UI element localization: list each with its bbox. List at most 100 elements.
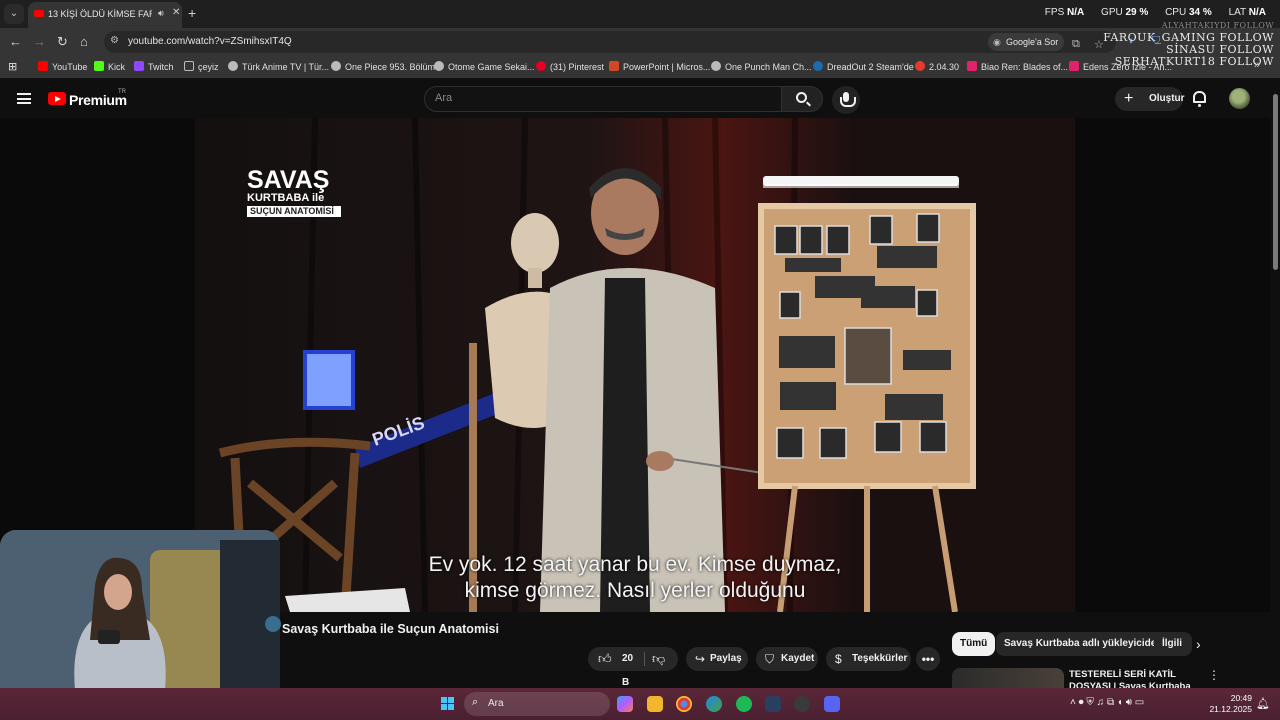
recommendation-thumbnail[interactable] — [952, 668, 1064, 688]
search-box[interactable] — [424, 86, 782, 112]
address-bar[interactable]: ⚙ youtube.com/watch?v=ZSmihsxIT4Q Google… — [104, 31, 1116, 53]
browser-toolbar: ← → ↻ ⌂ ⚙ youtube.com/watch?v=ZSmihsxIT4… — [0, 28, 1280, 56]
notification-bell-icon[interactable]: 🔔︎ — [1256, 697, 1270, 710]
thumbs-up-icon: 👍︎ — [598, 651, 612, 666]
spotify-icon[interactable] — [736, 696, 752, 712]
bookmark-pinterest[interactable]: (31) Pinterest — [536, 61, 604, 72]
folder-icon — [184, 61, 194, 71]
bookmark-kick[interactable]: Kick — [94, 61, 125, 72]
create-button[interactable]: + Oluştur — [1115, 87, 1185, 111]
like-dislike-group: 👍︎ 20 B 👎︎ — [588, 647, 678, 688]
more-actions-button[interactable]: ••• — [916, 647, 940, 671]
site-icon — [228, 61, 238, 71]
show-logo: SAVAŞ KURTBABA ile SUÇUN ANATOMİSİ — [247, 168, 341, 217]
voice-search-icon[interactable] — [832, 86, 860, 114]
bookmark-label: Kick — [108, 62, 126, 72]
recommendation-title[interactable]: TESTERELİ SERİ KATİL DOSYASI | Savaş Kur… — [1069, 669, 1199, 688]
forward-icon[interactable]: → — [33, 34, 46, 49]
save-button[interactable]: ⛉ Kaydet — [756, 647, 818, 671]
new-tab-button[interactable]: + — [188, 5, 196, 21]
bookmark-label: (31) Pinterest — [550, 62, 605, 72]
search-input[interactable] — [435, 92, 765, 104]
youtube-favicon-icon — [34, 10, 44, 17]
gpu-value: 29 % — [1125, 7, 1149, 18]
account-avatar[interactable] — [1229, 88, 1250, 109]
obs-icon[interactable] — [794, 696, 810, 712]
close-tab-icon[interactable]: ✕ — [172, 7, 180, 18]
cpu-value: 34 % — [1188, 7, 1212, 18]
performance-overlay: FPS N/A GPU 29 % CPU 34 % LAT N/A — [1045, 7, 1266, 18]
lat-value: N/A — [1248, 7, 1266, 18]
search-button[interactable] — [781, 86, 823, 112]
chevron-right-icon[interactable]: › — [1196, 636, 1201, 652]
reload-icon[interactable]: ↻ — [57, 34, 68, 50]
chip-from-uploader[interactable]: Savaş Kurtbaba adlı yükleyiciden — [996, 632, 1171, 656]
channel-avatar[interactable] — [265, 616, 281, 632]
bookmark-icon: ⛉ — [765, 652, 775, 666]
back-icon[interactable]: ← — [9, 34, 22, 49]
create-label: Oluştur — [1149, 93, 1185, 104]
bookmark-powerpoint[interactable]: PowerPoint | Micros... — [609, 61, 710, 72]
plus-icon: + — [1124, 90, 1134, 107]
page-scrollbar[interactable] — [1271, 84, 1280, 688]
thanks-button[interactable]: $ Teşekkürler — [826, 647, 911, 671]
bookmark-otome[interactable]: Otome Game Sekai... — [434, 61, 535, 72]
tab-title: 13 KİŞİ ÖLDÜ KİMSE FARK ET — [48, 9, 152, 19]
share-button[interactable]: ↪ Paylaş — [686, 647, 748, 671]
bookmark-turk-anime[interactable]: Türk Anime TV | Tür... — [228, 61, 329, 72]
url-text[interactable]: youtube.com/watch?v=ZSmihsxIT4Q — [128, 36, 292, 47]
lat-label: LAT — [1228, 7, 1246, 18]
fps-label: FPS — [1044, 7, 1065, 18]
bookmark-youtube[interactable]: YouTube — [38, 61, 87, 72]
steam-icon[interactable] — [765, 696, 781, 712]
kebab-menu-icon[interactable]: ⋮ — [1208, 668, 1220, 682]
browser-tab[interactable]: 13 KİŞİ ÖLDÜ KİMSE FARK ET 🔊︎ ✕ — [28, 2, 182, 28]
youtube-logo-icon[interactable] — [48, 92, 66, 105]
chip-all[interactable]: Tümü — [952, 632, 996, 656]
channel-name[interactable]: Savaş Kurtbaba ile Suçun Anatomisi — [282, 622, 499, 636]
edge-icon[interactable] — [706, 696, 722, 712]
tab-strip: ⌄ 13 KİŞİ ÖLDÜ KİMSE FARK ET 🔊︎ ✕ + FPS … — [0, 0, 1280, 28]
system-tray[interactable]: ˄ ⏺ ⛨ ♫ ⧉ ◖ 🔊︎ ▭ — [1070, 697, 1144, 708]
bookmark-twitch[interactable]: Twitch — [134, 61, 174, 72]
bookmark-label: Otome Game Sekai... — [448, 62, 535, 72]
bookmarks-bar: ⊞ YouTube Kick Twitch çeyiz Türk Anime T… — [0, 56, 1280, 78]
bookmark-time[interactable]: 2.04.30 — [915, 61, 959, 72]
bookmark-label: One Punch Man Ch... — [725, 62, 812, 72]
bookmark-dreadout[interactable]: DreadOut 2 Steam'de — [813, 61, 914, 72]
bookmark-one-punch[interactable]: One Punch Man Ch... — [711, 61, 812, 72]
scrollbar-thumb[interactable] — [1273, 94, 1278, 270]
dislike-button[interactable]: 👎︎ — [652, 647, 665, 671]
bookmark-biao-ren[interactable]: Biao Ren: Blades of... — [967, 61, 1068, 72]
region-code: TR — [118, 89, 126, 95]
notifications-bell-icon[interactable] — [1193, 91, 1206, 107]
file-explorer-icon[interactable] — [647, 696, 663, 712]
bookmark-one-piece[interactable]: One Piece 953. Bölüm — [331, 61, 435, 72]
save-label: Kaydet — [781, 653, 815, 664]
windows-start-icon[interactable] — [441, 697, 455, 711]
install-app-icon[interactable]: ⧉ — [1072, 38, 1080, 51]
logo-sub-2: SUÇUN ANATOMİSİ — [247, 206, 341, 217]
taskbar-search[interactable]: ⌕ Ara — [464, 692, 610, 716]
webcam-overlay — [0, 530, 280, 690]
site-icon — [434, 61, 444, 71]
chip-related[interactable]: İlgili — [1154, 632, 1192, 656]
pinterest-icon — [536, 61, 546, 71]
apps-grid-icon[interactable]: ⊞ — [8, 60, 17, 73]
chrome-icon[interactable] — [676, 696, 692, 712]
windows-taskbar: ⌕ Ara ˄ ⏺ ⛨ ♫ ⧉ ◖ 🔊︎ ▭ 20:49 21.12.2025 … — [0, 688, 1280, 720]
taskbar-clock[interactable]: 20:49 21.12.2025 — [1208, 693, 1252, 715]
speaker-icon[interactable]: 🔊︎ — [158, 8, 164, 19]
copilot-icon[interactable] — [617, 696, 633, 712]
logo-main: SAVAŞ — [247, 166, 330, 194]
youtube-header: Premium TR + Oluştur — [0, 78, 1280, 118]
tab-search-button[interactable]: ⌄ — [4, 4, 24, 24]
overlay-line: SERHATKURT18 FOLLOW — [1114, 55, 1274, 68]
ask-google-button[interactable]: Google'a Sor — [988, 33, 1065, 51]
home-icon[interactable]: ⌂ — [80, 34, 88, 49]
thanks-label: Teşekkürler — [852, 653, 908, 664]
discord-icon[interactable] — [824, 696, 840, 712]
menu-icon[interactable] — [17, 93, 31, 104]
bookmark-folder-ceyiz[interactable]: çeyiz — [184, 61, 219, 72]
site-info-icon[interactable]: ⚙ — [110, 35, 119, 46]
